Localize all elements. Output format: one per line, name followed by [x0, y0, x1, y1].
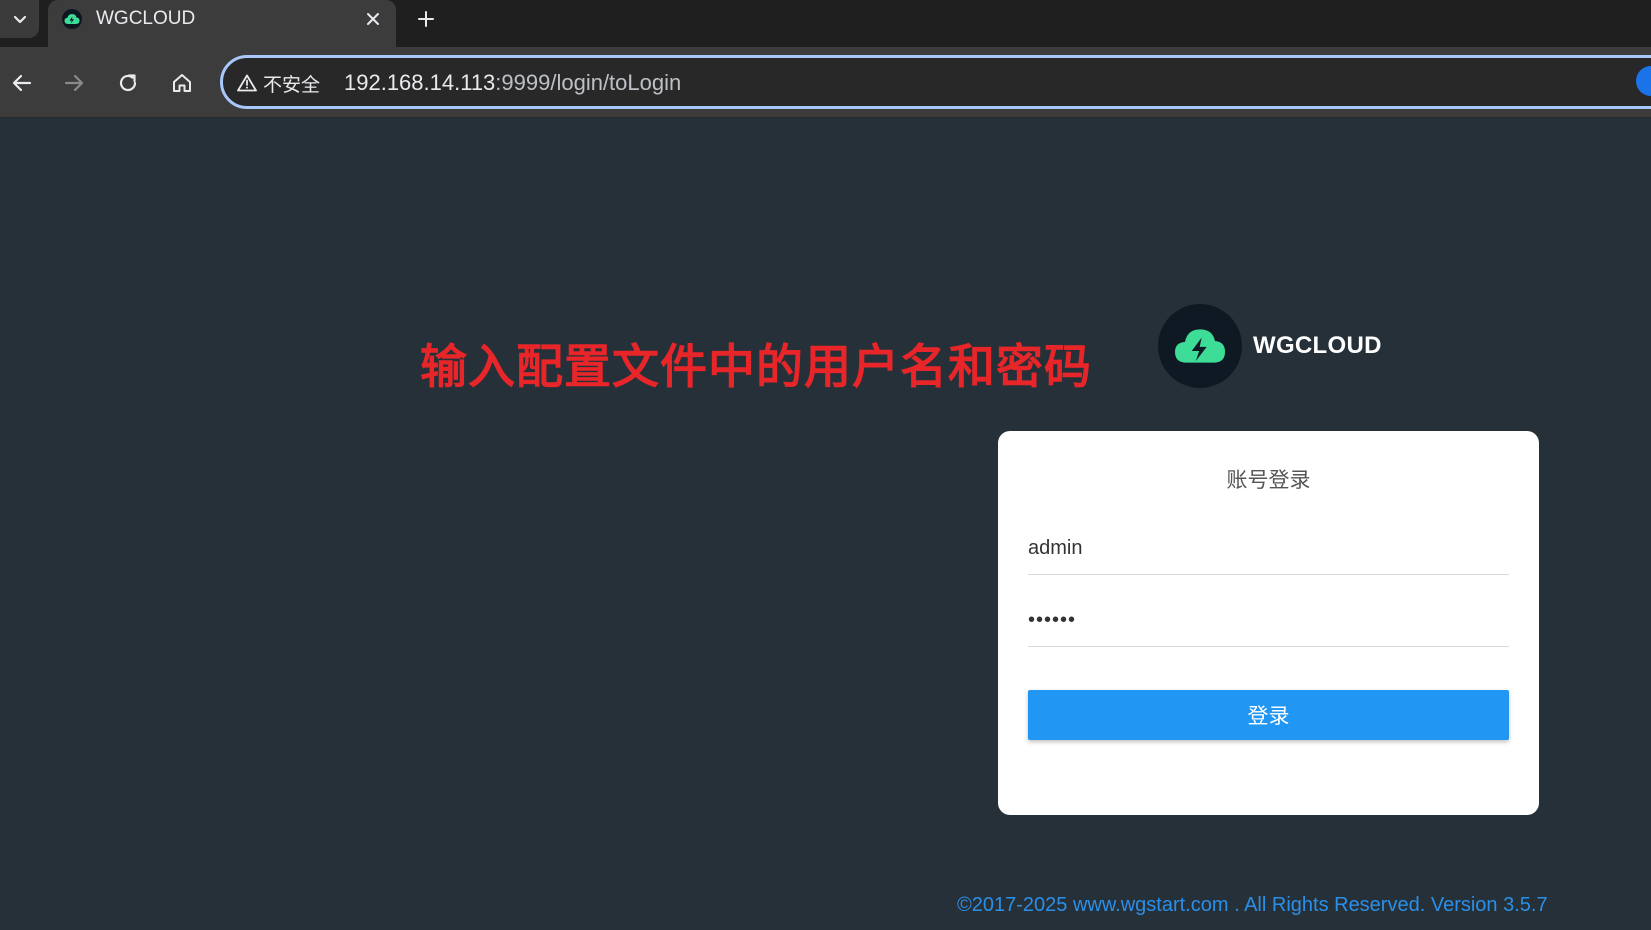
tab-close-button[interactable] [360, 6, 386, 32]
reload-button[interactable] [112, 67, 144, 99]
username-input[interactable] [1028, 523, 1509, 575]
url-host: 192.168.14.113 [344, 70, 496, 95]
footer-copyright: ©2017-2025 www.wgstart.com . All Rights … [957, 894, 1548, 916]
tab-search-button[interactable] [0, 0, 39, 38]
url-text[interactable]: 192.168.14.113:9999/login/toLogin [344, 70, 681, 96]
home-button[interactable] [166, 67, 198, 99]
back-arrow-icon [12, 74, 32, 92]
chevron-down-icon [13, 15, 26, 24]
reload-icon [119, 74, 137, 92]
new-tab-button[interactable] [412, 5, 440, 33]
warning-icon [237, 74, 257, 92]
security-label: 不安全 [263, 74, 321, 96]
login-title: 账号登录 [1226, 468, 1311, 492]
back-button[interactable] [6, 67, 38, 99]
browser-tab[interactable]: WGCLOUD [48, 0, 396, 47]
security-indicator[interactable]: 不安全 [237, 70, 320, 96]
annotation-text: 输入配置文件中的用户名和密码 [420, 340, 1092, 395]
tab-favicon [62, 9, 82, 29]
tab-strip: WGCLOUD [0, 0, 1651, 47]
plus-icon [418, 11, 434, 27]
address-bar[interactable]: 不安全 192.168.14.113:9999/login/toLogin [220, 55, 1651, 109]
cloud-bolt-icon [64, 14, 80, 24]
brand-name: WGCLOUD [1253, 332, 1382, 359]
login-card: 账号登录 登录 [998, 431, 1539, 815]
tab-title: WGCLOUD [96, 8, 196, 29]
cloud-bolt-icon [1175, 329, 1225, 363]
brand-logo [1158, 304, 1242, 388]
browser-toolbar: 不安全 192.168.14.113:9999/login/toLogin [0, 47, 1651, 118]
url-path: :9999/login/toLogin [495, 70, 682, 95]
close-icon [367, 13, 379, 25]
login-button[interactable]: 登录 [1028, 690, 1509, 740]
forward-arrow-icon [64, 74, 84, 92]
forward-button[interactable] [58, 67, 90, 99]
password-input[interactable] [1028, 595, 1509, 647]
home-icon [173, 74, 191, 92]
